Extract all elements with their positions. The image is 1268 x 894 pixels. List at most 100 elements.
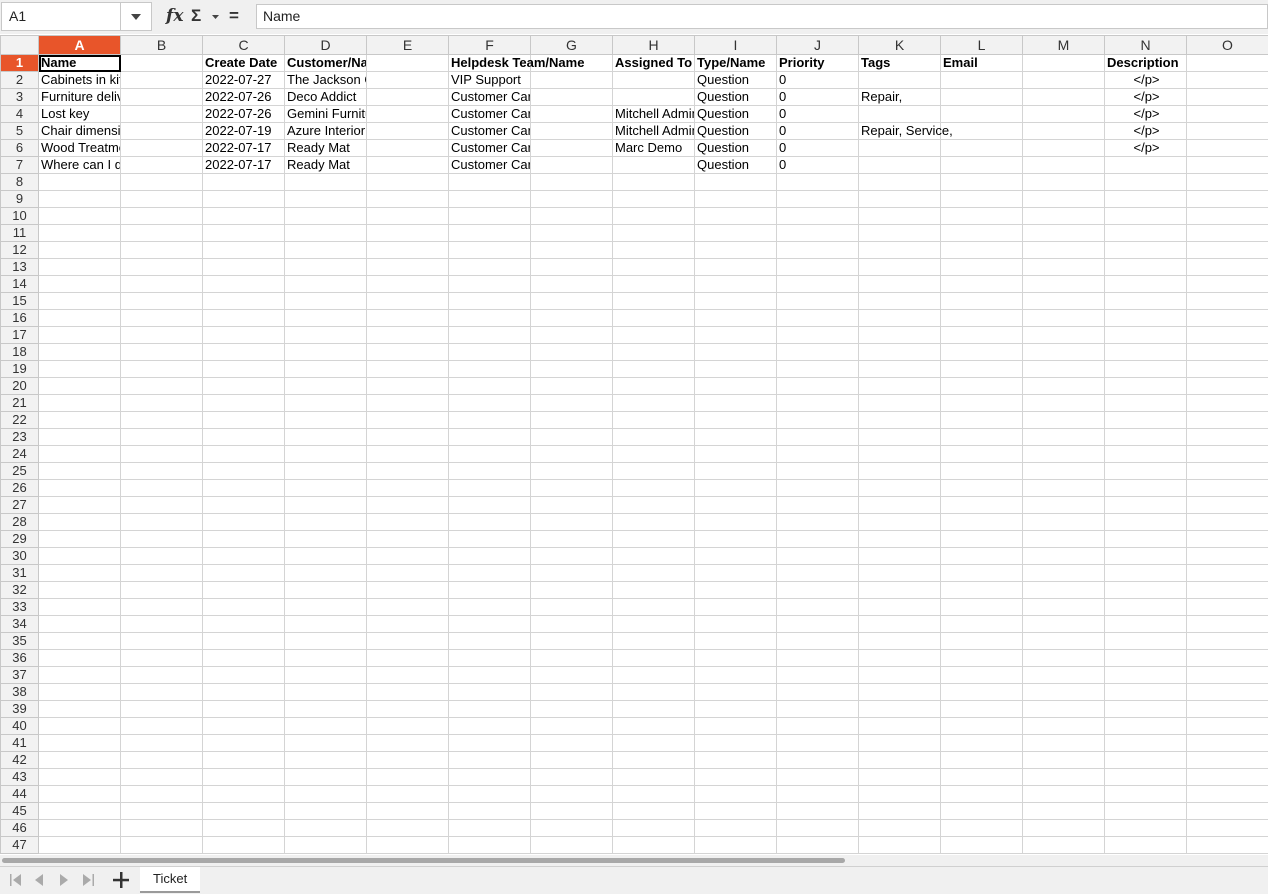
cell-h26[interactable] (612, 479, 695, 497)
cell-o6[interactable] (1186, 139, 1268, 157)
cell-i9[interactable] (694, 190, 777, 208)
cell-o9[interactable] (1186, 190, 1268, 208)
cell-e29[interactable] (366, 530, 449, 548)
cell-n33[interactable] (1104, 598, 1187, 616)
cell-k32[interactable] (858, 581, 941, 599)
cell-c37[interactable] (202, 666, 285, 684)
cell-f41[interactable] (448, 734, 531, 752)
cell-f25[interactable] (448, 462, 531, 480)
cell-o32[interactable] (1186, 581, 1268, 599)
cell-a39[interactable] (38, 700, 121, 718)
cell-j22[interactable] (776, 411, 859, 429)
cell-c45[interactable] (202, 802, 285, 820)
row-header[interactable]: 38 (0, 683, 39, 701)
cell-o4[interactable] (1186, 105, 1268, 123)
cell-l28[interactable] (940, 513, 1023, 531)
cell-g10[interactable] (530, 207, 613, 225)
cell-a20[interactable] (38, 377, 121, 395)
cell-m44[interactable] (1022, 785, 1105, 803)
cell-a2[interactable]: Cabinets in kit (38, 71, 121, 89)
cell-f8[interactable] (448, 173, 531, 191)
cell-d20[interactable] (284, 377, 367, 395)
cell-i35[interactable] (694, 632, 777, 650)
cell-o36[interactable] (1186, 649, 1268, 667)
cell-e5[interactable] (366, 122, 449, 140)
cell-l5[interactable] (940, 122, 1023, 140)
cell-o16[interactable] (1186, 309, 1268, 327)
cell-n10[interactable] (1104, 207, 1187, 225)
cell-e11[interactable] (366, 224, 449, 242)
cell-a31[interactable] (38, 564, 121, 582)
cell-j9[interactable] (776, 190, 859, 208)
cell-c25[interactable] (202, 462, 285, 480)
cell-l17[interactable] (940, 326, 1023, 344)
cell-j21[interactable] (776, 394, 859, 412)
row-header[interactable]: 4 (0, 105, 39, 123)
cell-k10[interactable] (858, 207, 941, 225)
cell-o37[interactable] (1186, 666, 1268, 684)
cell-m2[interactable] (1022, 71, 1105, 89)
cell-i6[interactable]: Question (694, 139, 777, 157)
cell-l8[interactable] (940, 173, 1023, 191)
cell-m11[interactable] (1022, 224, 1105, 242)
cell-g12[interactable] (530, 241, 613, 259)
cell-a24[interactable] (38, 445, 121, 463)
cell-j11[interactable] (776, 224, 859, 242)
cell-i30[interactable] (694, 547, 777, 565)
cell-b17[interactable] (120, 326, 203, 344)
cell-m7[interactable] (1022, 156, 1105, 174)
cell-n46[interactable] (1104, 819, 1187, 837)
cell-j30[interactable] (776, 547, 859, 565)
cell-k14[interactable] (858, 275, 941, 293)
cell-n7[interactable] (1104, 156, 1187, 174)
row-header[interactable]: 34 (0, 615, 39, 633)
row-header[interactable]: 13 (0, 258, 39, 276)
cell-c36[interactable] (202, 649, 285, 667)
cell-h41[interactable] (612, 734, 695, 752)
cell-n40[interactable] (1104, 717, 1187, 735)
cell-c19[interactable] (202, 360, 285, 378)
cell-c22[interactable] (202, 411, 285, 429)
cell-d13[interactable] (284, 258, 367, 276)
cell-l44[interactable] (940, 785, 1023, 803)
cell-c32[interactable] (202, 581, 285, 599)
cell-o22[interactable] (1186, 411, 1268, 429)
cell-l29[interactable] (940, 530, 1023, 548)
cell-e8[interactable] (366, 173, 449, 191)
cell-j7[interactable]: 0 (776, 156, 859, 174)
cell-h34[interactable] (612, 615, 695, 633)
cell-c40[interactable] (202, 717, 285, 735)
row-header[interactable]: 43 (0, 768, 39, 786)
cell-c14[interactable] (202, 275, 285, 293)
cell-g23[interactable] (530, 428, 613, 446)
cell-e26[interactable] (366, 479, 449, 497)
cell-m33[interactable] (1022, 598, 1105, 616)
cell-e20[interactable] (366, 377, 449, 395)
cell-k16[interactable] (858, 309, 941, 327)
cell-j46[interactable] (776, 819, 859, 837)
row-header[interactable]: 5 (0, 122, 39, 140)
cell-e42[interactable] (366, 751, 449, 769)
cell-e9[interactable] (366, 190, 449, 208)
cell-i31[interactable] (694, 564, 777, 582)
cell-h37[interactable] (612, 666, 695, 684)
row-header[interactable]: 37 (0, 666, 39, 684)
cell-k18[interactable] (858, 343, 941, 361)
cell-f7[interactable]: Customer Care (448, 156, 531, 174)
cell-d12[interactable] (284, 241, 367, 259)
row-header[interactable]: 14 (0, 275, 39, 293)
cell-l15[interactable] (940, 292, 1023, 310)
cell-d34[interactable] (284, 615, 367, 633)
cell-c47[interactable] (202, 836, 285, 854)
cell-a1[interactable]: Name (38, 54, 121, 72)
cell-n37[interactable] (1104, 666, 1187, 684)
cell-n41[interactable] (1104, 734, 1187, 752)
cell-f32[interactable] (448, 581, 531, 599)
cell-h23[interactable] (612, 428, 695, 446)
cell-k3[interactable]: Repair, (858, 88, 941, 106)
cell-g42[interactable] (530, 751, 613, 769)
cell-f47[interactable] (448, 836, 531, 854)
cell-i41[interactable] (694, 734, 777, 752)
cell-a32[interactable] (38, 581, 121, 599)
cell-a25[interactable] (38, 462, 121, 480)
